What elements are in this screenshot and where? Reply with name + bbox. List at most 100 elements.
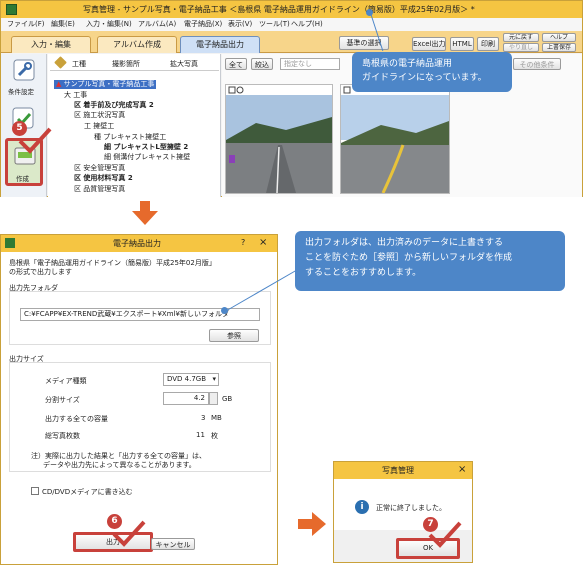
chevron-down-icon: ▾ [212,375,216,383]
photo-count-value: 11 [196,431,205,439]
app-icon [6,4,17,15]
cancel-button[interactable]: キャンセル [151,538,195,550]
folder-callout-line: することをおすすめします。 [305,268,422,278]
menu-file[interactable]: ファイル(F) [7,18,45,31]
dialog-title-bar: 電子納品出力 ? × [1,235,277,252]
photo-thumbnail[interactable] [340,84,450,194]
road-photo-2 [341,86,449,194]
filter-narrow-button[interactable]: 絞込 [251,58,273,70]
guideline-callout-line: 島根県の電子納品運用 [362,59,453,69]
split-size-label: 分割サイズ [45,396,80,404]
root-folder-icon: ▲ [56,80,62,88]
split-size-value: 4.2 [193,394,205,402]
tree-item[interactable]: 細 側溝付プレキャスト擁壁 [104,153,190,162]
dialog-close-button[interactable]: × [259,237,267,248]
checkmark-icon [112,520,146,547]
split-size-unit: GB [222,395,233,403]
print-button[interactable]: 印刷 [477,37,499,51]
folder-callout: 出力フォルダは、出力済みのデータに上書きする ことを防ぐため［参照］から新しいフ… [295,231,565,291]
dialog-title: 電子納品出力 [113,239,161,248]
undo-button[interactable]: 元に戻す [503,33,539,42]
overwrite-save-button[interactable]: 上書保存 [542,43,576,52]
help-button[interactable]: ヘルプ [542,33,576,42]
tree-item[interactable]: 区 着手前及び完成写真 2 [74,101,154,110]
pencil-icon [54,56,67,69]
photo-thumbnail[interactable] [225,84,333,194]
main-window: 写真管理 - サンプル写真・電子納品工事 ＜島根県 電子納品運用ガイドライン（簡… [0,0,583,197]
message-title: 写真管理 [382,466,414,475]
guideline-callout: 島根県の電子納品運用 ガイドラインになっています。 [352,52,512,92]
html-button[interactable]: HTML [450,37,474,51]
tab-shooting-place[interactable]: 撮影箇所 [112,59,140,69]
cd-checkbox[interactable] [31,487,39,495]
split-size-spinner[interactable] [209,392,218,405]
split-size-field[interactable]: 4.2 [163,392,209,405]
menu-tools[interactable]: ツール(T) [259,18,290,31]
road-photo-1 [226,85,332,194]
condition-settings-label: 条件設定 [8,88,34,96]
dialog-help-button[interactable]: ? [241,238,245,247]
create-label: 作成 [16,175,29,183]
condition-settings-button[interactable]: 条件設定 [7,58,41,98]
tree-item[interactable]: 区 安全管理写真 [74,164,125,173]
other-conditions-button[interactable]: その他条件 [513,58,561,70]
excel-output-button[interactable]: Excel出力 [412,37,446,51]
photo-count-label: 総写真枚数 [45,432,80,440]
folder-callout-dot [221,307,228,314]
tree-panel: 工種 撮影箇所 拡大写真 ▲ サンプル写真・電子納品工事 大 工事 区 着手前及… [48,54,221,197]
ribbon: 入力・編集 アルバム作成 電子納品出力 基準の選択 Excel出力 HTML 印… [1,31,582,53]
menu-help[interactable]: ヘルプ(H) [291,18,323,31]
checkmark-icon [18,127,52,154]
tree-item[interactable]: 区 使用材料写真 2 [74,174,133,183]
tab-album[interactable]: アルバム作成 [97,36,177,53]
total-size-value: 3 [201,414,206,422]
redo-button[interactable]: やり直し [503,43,539,52]
menu-edit[interactable]: 編集(E) [51,18,75,31]
menu-bar: ファイル(F) 編集(E) 入力・編集(N) アルバム(A) 電子納品(X) 表… [1,18,582,31]
dialog-app-icon [5,238,15,248]
filter-all-button[interactable]: 全て [225,58,247,70]
guideline-callout-dot [366,9,373,16]
folder-callout-line: 出力フォルダは、出力済みのデータに上書きする [305,238,504,248]
tree-item[interactable]: 区 品質管理写真 [74,185,125,194]
total-size-unit: MB [211,414,222,422]
menu-delivery[interactable]: 電子納品(X) [184,18,222,31]
tree-item[interactable]: 種 プレキャスト擁壁工 [94,133,166,142]
note-line: データや出力先によって異なることがあります。 [43,461,196,469]
media-type-value: DVD 4.7GB [167,375,207,383]
media-type-select[interactable]: DVD 4.7GB ▾ [163,373,219,386]
message-text: 正常に終了しました。 [376,504,446,512]
info-icon: i [355,500,369,514]
folder-callout-line: ことを防ぐため［参照］から新しいフォルダを作成 [305,253,513,263]
tree-item[interactable]: 工 擁壁工 [84,122,114,131]
tree-item[interactable]: 細 プレキャストL型擁壁 2 [104,143,188,152]
cd-checkbox-label: CD/DVDメディアに書き込む [42,488,133,496]
total-size-label: 出力する全ての容量 [45,415,108,423]
dialog-description-line: の形式で出力します [9,268,72,276]
tab-delivery-output[interactable]: 電子納品出力 [180,36,260,53]
message-title-bar: 写真管理 × [334,462,472,479]
photo-count-unit: 枚 [211,432,218,440]
filter-field[interactable]: 指定なし [280,58,340,70]
tab-work-type[interactable]: 工種 [72,59,86,69]
tab-input-edit[interactable]: 入力・編集 [11,36,91,53]
window-title: 写真管理 - サンプル写真・電子納品工事 ＜島根県 電子納品運用ガイドライン（簡… [83,5,475,14]
menu-input[interactable]: 入力・編集(N) [86,18,132,31]
title-bar: 写真管理 - サンプル写真・電子納品工事 ＜島根県 電子納品運用ガイドライン（簡… [1,1,582,18]
browse-button[interactable]: 参照 [209,329,259,342]
message-close-button[interactable]: × [458,464,466,475]
media-type-label: メディア種類 [45,377,87,385]
menu-album[interactable]: アルバム(A) [138,18,176,31]
tree-item[interactable]: 区 施工状況写真 [74,111,125,120]
menu-view[interactable]: 表示(V) [228,18,252,31]
delivery-output-dialog: 電子納品出力 ? × 島根県「電子納品運用ガイドライン（簡易版）平成25年02月… [0,234,278,565]
wrench-icon [13,59,35,81]
guideline-callout-line: ガイドラインになっています。 [362,73,487,83]
tree-item[interactable]: 大 工事 [64,91,87,100]
down-arrow-icon [132,201,158,225]
tab-enlarged-photo[interactable]: 拡大写真 [170,59,198,69]
right-arrow-icon [298,512,326,536]
panel-tabs: 工種 撮影箇所 拡大写真 [50,56,219,71]
tree-root[interactable]: ▲ サンプル写真・電子納品工事 [54,80,157,89]
checkmark-icon [428,521,462,548]
